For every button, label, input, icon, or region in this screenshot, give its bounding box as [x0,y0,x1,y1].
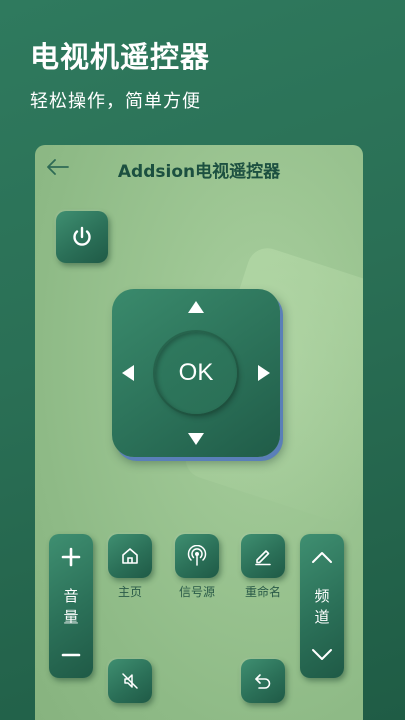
mute-button[interactable] [108,659,152,703]
plus-icon [61,547,81,567]
volume-up-button[interactable] [49,540,93,574]
power-icon [73,226,91,246]
return-icon [255,674,271,689]
remote-card: Addsion电视遥控器 OK 音 量 频 道 主页 信号源 重命名 [35,145,363,720]
volume-rocker: 音 量 [49,534,93,678]
chevron-down-icon [312,649,332,660]
dpad-left-button[interactable] [112,343,152,403]
hero-subtitle: 轻松操作，简单方便 [30,91,201,112]
edit-icon [255,550,271,566]
triangle-up-icon [188,301,204,313]
power-button[interactable] [56,211,108,263]
home-icon [122,548,138,564]
dpad-right-button[interactable] [240,343,280,403]
triangle-left-icon [122,365,134,381]
hero-title: 电视机遥控器 [30,40,211,74]
rename-button[interactable] [241,534,285,578]
home-label: 主页 [117,585,142,599]
channel-down-button[interactable] [300,638,344,672]
return-button[interactable] [241,659,285,703]
volume-down-button[interactable] [49,638,93,672]
channel-up-button[interactable] [300,540,344,574]
volume-label: 音 量 [63,587,79,626]
signal-icon [187,545,207,566]
card-title: Addsion电视遥控器 [117,162,281,182]
chevron-up-icon [312,552,332,563]
source-button[interactable] [175,534,219,578]
dpad-down-button[interactable] [166,417,226,457]
rename-label: 重命名 [244,585,281,599]
dpad: OK [112,289,280,457]
triangle-right-icon [258,365,270,381]
triangle-down-icon [188,433,204,445]
minus-icon [61,653,81,657]
mute-icon [122,673,138,689]
dpad-up-button[interactable] [166,289,226,329]
source-label: 信号源 [178,585,215,599]
channel-rocker: 频 道 [300,534,344,678]
home-button[interactable] [108,534,152,578]
ok-button[interactable]: OK [155,332,237,414]
channel-label: 频 道 [314,587,330,626]
